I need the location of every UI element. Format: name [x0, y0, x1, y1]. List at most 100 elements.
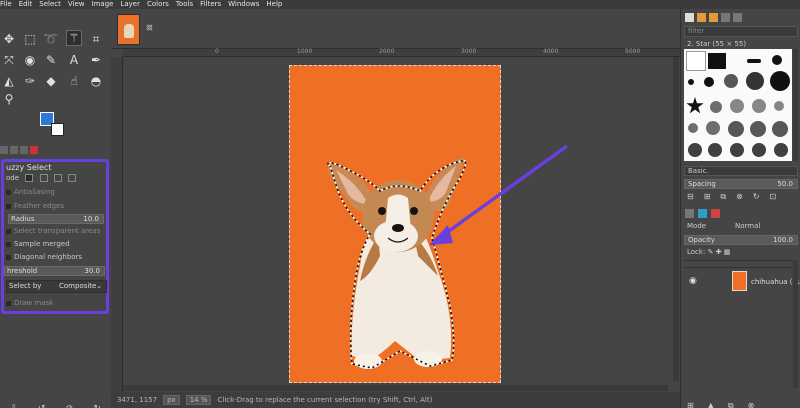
- layer-dock-tabs: [685, 209, 720, 218]
- menu-select[interactable]: Select: [39, 0, 61, 9]
- device-status-tab-icon[interactable]: [10, 146, 18, 154]
- sample-merged-option[interactable]: Sample merged: [6, 240, 70, 248]
- brush-scrollbar[interactable]: [793, 49, 798, 161]
- gradients-tab-icon[interactable]: [721, 13, 730, 22]
- undo-history-tab-icon[interactable]: [20, 146, 28, 154]
- image-tab-thumbnail[interactable]: [117, 14, 140, 45]
- patterns-tab-icon[interactable]: [697, 13, 706, 22]
- duplicate-brush-icon[interactable]: ⧉: [720, 192, 726, 202]
- eraser-icon[interactable]: ◓: [88, 73, 104, 89]
- unit-dropdown[interactable]: px: [163, 395, 180, 405]
- transform-icon[interactable]: ⤧: [1, 52, 17, 68]
- crop-icon[interactable]: ⌗: [88, 31, 104, 47]
- delete-options-icon[interactable]: ⊘: [66, 404, 74, 408]
- brush-filter-input[interactable]: filter: [684, 26, 798, 37]
- lock-pixels-icon[interactable]: ✎ ✚ ▦: [708, 248, 731, 256]
- fonts-tab-icon[interactable]: [709, 13, 718, 22]
- menu-image[interactable]: Image: [92, 0, 114, 9]
- save-options-icon[interactable]: ⇩: [10, 404, 18, 408]
- menu-help[interactable]: Help: [266, 0, 282, 9]
- tool-options-tab-icon[interactable]: [0, 146, 8, 154]
- open-brush-icon[interactable]: ⊡: [770, 192, 777, 202]
- brush-grid[interactable]: [684, 49, 792, 161]
- delete-brush-icon[interactable]: ⊗: [736, 192, 743, 202]
- lasso-icon[interactable]: ➰: [43, 31, 59, 47]
- raise-layer-icon[interactable]: ▲: [708, 401, 714, 408]
- path-icon[interactable]: ✎: [43, 52, 59, 68]
- panel-title: uzzy Select: [6, 163, 52, 172]
- duplicate-layer-icon[interactable]: ⧉: [728, 401, 734, 408]
- new-brush-icon[interactable]: ⊞: [704, 192, 711, 202]
- feather-option[interactable]: Feather edges: [6, 202, 64, 210]
- reset-options-icon[interactable]: ↻: [93, 404, 101, 408]
- text-icon[interactable]: A: [66, 52, 82, 68]
- fuzzy-select-icon[interactable]: ⚚: [66, 30, 82, 46]
- diagonal-checkbox[interactable]: [6, 254, 11, 260]
- replace-mode-icon[interactable]: [25, 174, 34, 182]
- delete-layer-icon[interactable]: ⊗: [748, 401, 755, 408]
- diagonal-option[interactable]: Diagonal neighbors: [6, 253, 82, 261]
- antialiasing-option[interactable]: Antialiasing: [6, 188, 55, 196]
- layer-actions: ⊞ ▲ ⧉ ⊗: [687, 401, 754, 408]
- zoom-dropdown[interactable]: 14 %: [185, 395, 212, 405]
- menu-windows[interactable]: Windows: [228, 0, 259, 9]
- menu-edit[interactable]: Edit: [19, 0, 33, 9]
- chevron-down-icon: ⌄: [96, 282, 102, 290]
- antialiasing-checkbox[interactable]: [6, 189, 11, 195]
- brushes-tab-icon[interactable]: [685, 13, 694, 22]
- close-icon[interactable]: ⊠: [146, 23, 153, 32]
- vertical-scrollbar[interactable]: [673, 57, 679, 381]
- opacity-field[interactable]: Opacity 100.0: [684, 235, 798, 245]
- brush-preset-tag[interactable]: Basic.: [684, 166, 798, 176]
- clone-icon[interactable]: ◆: [43, 73, 59, 89]
- palettes-tab-icon[interactable]: [733, 13, 742, 22]
- transparent-checkbox[interactable]: [6, 228, 11, 234]
- menu-filters[interactable]: Filters: [200, 0, 221, 9]
- rect-select-icon[interactable]: ⬚: [22, 31, 38, 47]
- canvas-area[interactable]: 0 1000 2000 3000 4000 5000: [111, 48, 680, 392]
- brush-actions: ⊟ ⊞ ⧉ ⊗ ↻ ⊡: [687, 192, 776, 202]
- menu-colors[interactable]: Colors: [147, 0, 169, 9]
- bucket-fill-icon[interactable]: ◭: [1, 73, 17, 89]
- eye-icon[interactable]: ◉: [689, 276, 697, 286]
- smudge-icon[interactable]: ☝: [66, 73, 82, 89]
- refresh-brushes-icon[interactable]: ↻: [753, 192, 760, 202]
- radius-field[interactable]: Radius 10.0: [8, 214, 104, 224]
- tool-options-tabs: [0, 146, 38, 156]
- channels-tab-icon[interactable]: [698, 209, 707, 218]
- select-by-dropdown[interactable]: Select by Composite ⌄: [6, 280, 107, 293]
- paths-tab-icon[interactable]: [711, 209, 720, 218]
- draw-mask-checkbox[interactable]: [6, 300, 11, 306]
- color-picker-icon[interactable]: ✒: [88, 52, 104, 68]
- draw-mask-option[interactable]: Draw mask: [6, 299, 53, 307]
- new-layer-icon[interactable]: ⊞: [687, 401, 694, 408]
- menu-view[interactable]: View: [68, 0, 85, 9]
- horizontal-scrollbar[interactable]: [123, 385, 668, 391]
- menu-file[interactable]: File: [0, 0, 12, 9]
- paintbrush-icon[interactable]: ✑: [22, 73, 38, 89]
- menu-tools[interactable]: Tools: [176, 0, 193, 9]
- layer-row[interactable]: ◉ chihuahua (pupp: [684, 270, 800, 292]
- menu-layer[interactable]: Layer: [120, 0, 140, 9]
- edit-brush-icon[interactable]: ⊟: [687, 192, 694, 202]
- zoom-icon[interactable]: ⚲: [1, 91, 17, 107]
- background-color-swatch[interactable]: [51, 123, 64, 136]
- layer-list-header: [684, 260, 798, 268]
- spacing-field[interactable]: Spacing 50.0: [684, 179, 798, 189]
- lock-row: Lock: ✎ ✚ ▦: [687, 248, 730, 256]
- sample-merged-checkbox[interactable]: [6, 241, 11, 247]
- move-icon[interactable]: ✥: [1, 31, 17, 47]
- threshold-field[interactable]: hreshold 30.0: [4, 266, 105, 276]
- warp-icon[interactable]: ◉: [22, 52, 38, 68]
- subtract-mode-icon[interactable]: [53, 174, 62, 182]
- images-tab-icon[interactable]: [30, 146, 38, 154]
- feather-checkbox[interactable]: [6, 203, 11, 209]
- restore-options-icon[interactable]: ↺: [38, 404, 46, 408]
- add-mode-icon[interactable]: [39, 174, 48, 182]
- layer-scrollbar[interactable]: [793, 260, 798, 388]
- mode-label: ode: [6, 174, 20, 182]
- intersect-mode-icon[interactable]: [67, 174, 76, 182]
- layer-mode-dropdown[interactable]: Mode Normal: [684, 220, 798, 232]
- layers-tab-icon[interactable]: [685, 209, 694, 218]
- transparent-option[interactable]: Select transparent areas: [6, 227, 100, 235]
